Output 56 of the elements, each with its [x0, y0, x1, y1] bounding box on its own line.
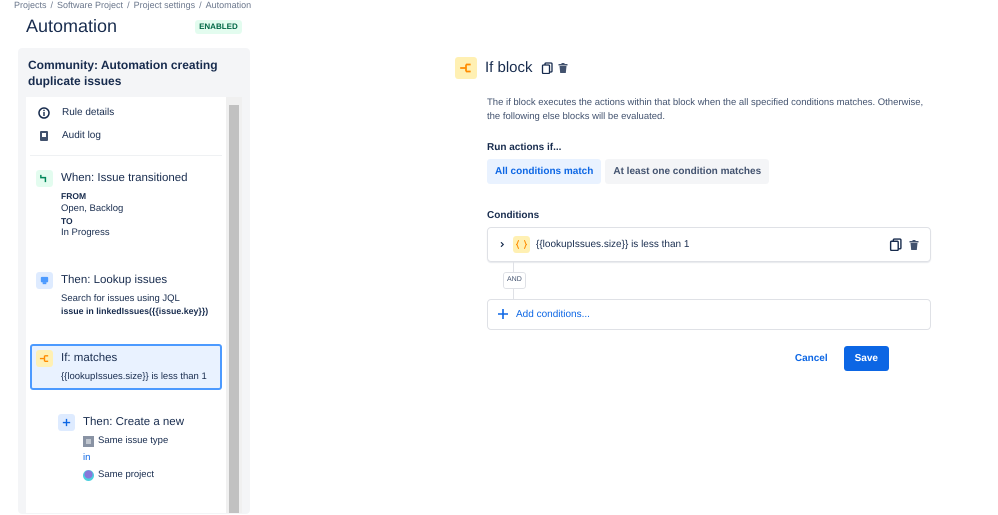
- step-title: Then: Lookup issues: [61, 273, 168, 288]
- rule-step[interactable]: Then: Lookup issues Search for issues using JQL issue in linkedIssues({{issue.key}}): [30, 266, 222, 324]
- trigger-icon: [36, 170, 53, 188]
- breadcrumb-separator: /: [50, 0, 54, 11]
- option-button[interactable]: All conditions match: [487, 159, 602, 184]
- monitor-icon: [36, 272, 53, 289]
- step-title: If: matches: [61, 350, 118, 366]
- save-button[interactable]: Save: [844, 346, 889, 370]
- cancel-button[interactable]: Cancel: [786, 346, 836, 370]
- branch-icon: [455, 57, 477, 80]
- step-detail: In Progress: [61, 227, 111, 240]
- step-detail: in: [83, 452, 92, 465]
- option-button[interactable]: At least one condition matches: [605, 159, 770, 184]
- breadcrumb-link[interactable]: Automation: [206, 0, 252, 11]
- project-avatar-icon: [83, 470, 94, 481]
- copy-icon[interactable]: [540, 62, 553, 74]
- add-conditions-button[interactable]: Add conditions...: [487, 298, 931, 330]
- rule-step[interactable]: When: Issue transitioned FROM Open, Backlog TO In Progress: [30, 164, 222, 246]
- step-detail: {{lookupIssues.size}} is less than 1: [61, 371, 207, 384]
- issue-type-icon: [83, 436, 94, 448]
- braces-icon: [513, 236, 530, 253]
- delete-icon[interactable]: [908, 238, 920, 250]
- delete-icon[interactable]: [556, 62, 569, 74]
- menu-link[interactable]: Audit log: [62, 128, 101, 144]
- page-title: Automation: [26, 15, 118, 38]
- copy-icon[interactable]: [889, 238, 902, 251]
- breadcrumb-link[interactable]: Project settings: [134, 0, 196, 11]
- step-title: Then: Create a new: [83, 415, 184, 430]
- info-icon: [38, 106, 50, 119]
- step-detail: FROM: [61, 191, 88, 203]
- branch-icon: [36, 350, 53, 367]
- condition-text: {{lookupIssues.size}} is less than 1: [536, 238, 690, 252]
- step-title: When: Issue transitioned: [61, 171, 188, 186]
- plus-icon: [58, 414, 75, 431]
- chevron-icon[interactable]: [498, 240, 507, 249]
- breadcrumb-link[interactable]: Software Project: [57, 0, 124, 11]
- step-detail: Search for issues using JQL: [61, 293, 181, 306]
- breadcrumb-link[interactable]: Projects: [14, 0, 47, 11]
- document-icon: [38, 130, 50, 142]
- plus-icon: [498, 309, 508, 319]
- step-detail: Same project: [98, 468, 154, 482]
- breadcrumb-separator: /: [127, 0, 130, 11]
- editor-title: If block: [485, 58, 533, 78]
- menu-link[interactable]: Rule details: [62, 105, 114, 120]
- description: The if block executes the actions within that block when the all specified conditions matches. Otherwise, the following else blocks will be evaluated.: [487, 96, 924, 124]
- rule-name: Community: Automation creating duplicate issues: [27, 57, 219, 90]
- step-detail: Same issue type: [98, 435, 168, 448]
- breadcrumb-separator: /: [199, 0, 202, 11]
- section-label: Run actions if...: [487, 141, 562, 155]
- section-label: Conditions: [487, 209, 540, 223]
- rule-step[interactable]: If: matches {{lookupIssues.size}} is less than 1: [30, 344, 222, 390]
- step-detail: Open, Backlog: [61, 202, 124, 216]
- step-detail: issue in linkedIssues({{issue.key}}): [61, 306, 208, 318]
- status-lozenge: ENABLED: [195, 20, 242, 34]
- rule-step[interactable]: Then: Create a new Same issue type in Same project: [52, 408, 222, 492]
- step-detail: TO: [61, 216, 74, 228]
